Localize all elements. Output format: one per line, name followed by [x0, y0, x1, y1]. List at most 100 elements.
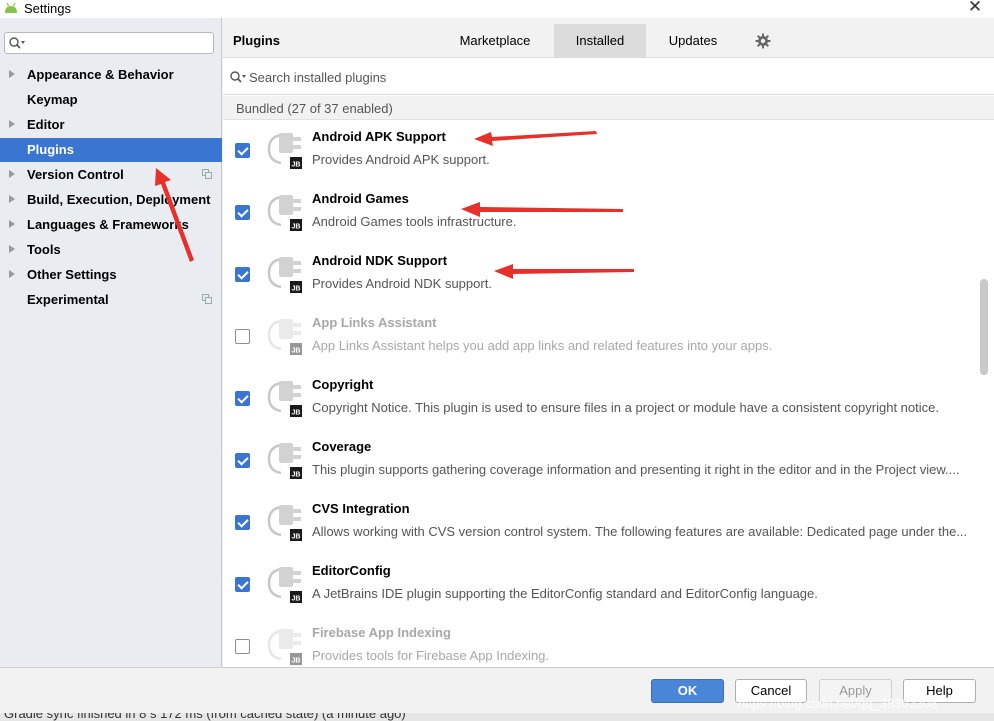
chevron-right-icon[interactable] [9, 195, 15, 203]
plugin-description: Provides tools for Firebase App Indexing… [312, 648, 550, 663]
plugin-icon: JB [267, 443, 302, 479]
chevron-right-icon[interactable] [9, 120, 15, 128]
sidebar-item-label: Keymap [27, 92, 78, 107]
plugin-list: JB Firebase App Indexing Provides tools fo… [223, 121, 994, 667]
plugin-name[interactable]: Android APK Support [312, 129, 446, 144]
plugin-name[interactable]: Copyright [312, 377, 373, 392]
chevron-right-icon[interactable] [9, 245, 15, 253]
sidebar-item-other-settings[interactable]: Other Settings [0, 263, 222, 287]
sidebar-item-editor[interactable]: Editor [0, 113, 222, 137]
plugin-icon: JB [267, 629, 302, 665]
sidebar-item-appearance-behavior[interactable]: Appearance & Behavior [0, 63, 222, 87]
title-bar: Settings ✕ [0, 0, 994, 18]
chevron-right-icon[interactable] [9, 170, 15, 178]
sidebar-item-label: Appearance & Behavior [27, 67, 174, 82]
sidebar-item-label: Plugins [27, 142, 74, 157]
plugin-description: Copyright Notice. This plugin is used to… [312, 400, 939, 415]
plugin-row[interactable]: JB Copyright Copyright Notice. This plugin… [223, 369, 978, 431]
plugin-icon: JB [267, 381, 302, 417]
sidebar-item-languages-frameworks[interactable]: Languages & Frameworks [0, 213, 222, 237]
plugin-name[interactable]: EditorConfig [312, 563, 391, 578]
sidebar-item-tools[interactable]: Tools [0, 238, 222, 262]
plugin-enabled-checkbox[interactable] [235, 391, 250, 406]
jb-badge: JB [292, 286, 301, 293]
sidebar-item-label: Editor [27, 117, 65, 132]
plugins-header: Plugins Marketplace Installed Updates [223, 18, 994, 58]
plugin-name[interactable]: Android Games [312, 191, 409, 206]
close-icon[interactable]: ✕ [966, 0, 984, 16]
plugin-description: Provides Android APK support. [312, 152, 490, 167]
plugin-enabled-checkbox[interactable] [235, 515, 250, 530]
jb-badge: JB [292, 410, 301, 417]
project-level-icon [202, 169, 212, 179]
gear-icon[interactable] [755, 33, 771, 49]
tab-installed[interactable]: Installed [554, 24, 646, 58]
settings-search-input[interactable] [4, 32, 214, 54]
plugin-name[interactable]: CVS Integration [312, 501, 410, 516]
sidebar-item-plugins[interactable]: Plugins [0, 138, 222, 162]
tab-updates[interactable]: Updates [653, 24, 733, 58]
sidebar-item-label: Tools [27, 242, 61, 257]
jb-badge: JB [292, 348, 301, 355]
android-icon [5, 2, 17, 13]
scrollbar-track[interactable] [978, 121, 994, 667]
jb-badge: JB [292, 162, 301, 169]
plugin-description: This plugin supports gathering coverage … [312, 462, 960, 477]
plugin-row[interactable]: JB CVS Integration Allows working with CVS… [223, 493, 978, 555]
plugin-description: Allows working with CVS version control … [312, 524, 968, 539]
plugin-row[interactable]: JB EditorConfig A JetBrains IDE plugin sup… [223, 555, 978, 617]
plugin-description: A JetBrains IDE plugin supporting the Ed… [312, 586, 818, 601]
plugin-enabled-checkbox[interactable] [235, 329, 250, 344]
plugin-enabled-checkbox[interactable] [235, 639, 250, 654]
sidebar-item-label: Version Control [27, 167, 124, 182]
plugin-name[interactable]: Firebase App Indexing [312, 625, 451, 640]
plugins-panel: Plugins Marketplace Installed Updates Se… [223, 18, 994, 667]
scrollbar-thumb[interactable] [980, 279, 988, 375]
jb-badge: JB [292, 658, 301, 665]
status-bar: Gradle sync finished in 8 s 172 ms (from… [0, 713, 994, 721]
plugin-icon: JB [267, 567, 302, 603]
ok-button[interactable]: OK [651, 679, 724, 703]
sidebar-item-label: Build, Execution, Deployment [27, 192, 211, 207]
plugin-icon: JB [267, 319, 302, 355]
tab-marketplace[interactable]: Marketplace [443, 24, 547, 58]
page-title: Plugins [233, 33, 280, 48]
plugin-row[interactable]: JB App Links Assistant App Links Assistant… [223, 307, 978, 369]
chevron-right-icon[interactable] [9, 220, 15, 228]
plugin-name[interactable]: Coverage [312, 439, 371, 454]
search-icon [230, 71, 246, 83]
plugin-row[interactable]: JB Android Games Android Games tools infra… [223, 183, 978, 245]
bundled-group-header: Bundled (27 of 37 enabled) [223, 96, 994, 120]
plugin-search-field[interactable]: Search installed plugins [223, 59, 994, 95]
sidebar-item-build-execution-deployment[interactable]: Build, Execution, Deployment [0, 188, 222, 212]
chevron-right-icon[interactable] [9, 270, 15, 278]
sidebar-item-label: Languages & Frameworks [27, 217, 189, 232]
plugin-row[interactable]: JB Android APK Support Provides Android AP… [223, 121, 978, 183]
plugin-row[interactable]: JB Android NDK Support Provides Android ND… [223, 245, 978, 307]
jb-badge: JB [292, 224, 301, 231]
watermark-text: https://blog.csdn.net/qq_38303308 [738, 696, 938, 711]
plugin-row[interactable]: JB Coverage This plugin supports gathering… [223, 431, 978, 493]
sidebar-item-keymap[interactable]: Keymap [0, 88, 222, 112]
search-icon [9, 37, 25, 49]
jb-badge: JB [292, 534, 301, 541]
plugin-name[interactable]: App Links Assistant [312, 315, 436, 330]
plugin-enabled-checkbox[interactable] [235, 205, 250, 220]
sidebar-item-experimental[interactable]: Experimental [0, 288, 222, 312]
plugin-name[interactable]: Android NDK Support [312, 253, 447, 268]
plugin-enabled-checkbox[interactable] [235, 577, 250, 592]
plugin-description: Android Games tools infrastructure. [312, 214, 517, 229]
plugin-icon: JB [267, 195, 302, 231]
plugin-row[interactable]: JB Firebase App Indexing Provides tools fo… [223, 617, 978, 667]
plugin-enabled-checkbox[interactable] [235, 453, 250, 468]
window-title: Settings [24, 1, 71, 16]
sidebar-item-label: Experimental [27, 292, 109, 307]
plugin-enabled-checkbox[interactable] [235, 143, 250, 158]
sidebar-item-version-control[interactable]: Version Control [0, 163, 222, 187]
plugin-description: App Links Assistant helps you add app li… [312, 338, 773, 353]
jb-badge: JB [292, 472, 301, 479]
plugin-enabled-checkbox[interactable] [235, 267, 250, 282]
chevron-right-icon[interactable] [9, 70, 15, 78]
project-level-icon [202, 294, 212, 304]
plugin-description: Provides Android NDK support. [312, 276, 492, 291]
